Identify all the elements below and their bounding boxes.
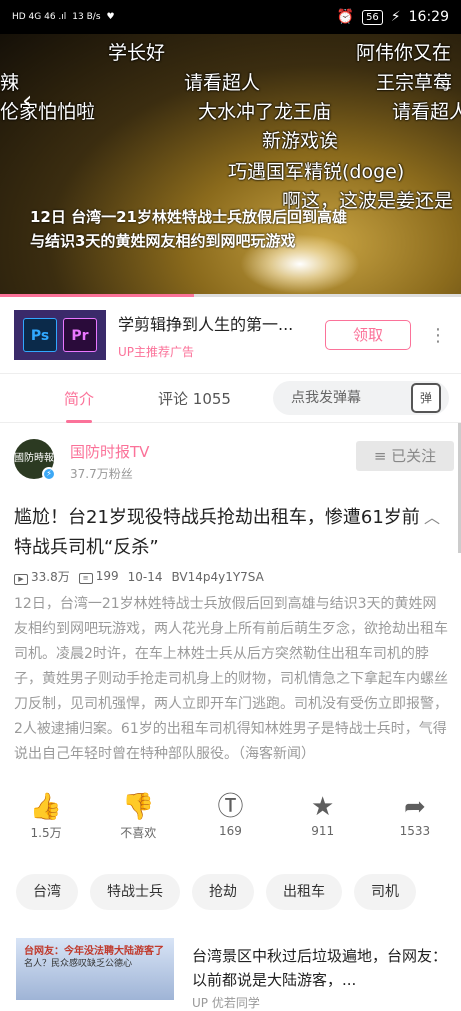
network-status: HD 4G 46 .ıl (12, 11, 67, 22)
photoshop-logo-icon: Ps (23, 318, 57, 352)
tag-item[interactable]: 特战士兵 (90, 874, 180, 910)
premiere-logo-icon: Pr (63, 318, 97, 352)
danmu-comment: 请看超人 (392, 101, 461, 123)
coin-button[interactable]: Ⓣ 169 (190, 790, 270, 850)
charging-icon: ⚡ (390, 9, 401, 25)
favorite-count: 911 (311, 824, 335, 838)
related-uploader: UP 优若同学 (192, 996, 260, 1010)
like-button[interactable]: 👍 1.5万 (6, 790, 86, 850)
star-icon: ★ (311, 792, 335, 822)
danmu-comment: 王宗草莓 (376, 72, 453, 94)
share-count: 1533 (399, 824, 431, 838)
related-thumbnail: 台网友：今年没法聘大陆游客了 名人？民众感叹缺乏公德心 (16, 938, 174, 1000)
video-title: 尴尬！台21岁现役特战兵抢劫出租车，惨遭61岁前特战兵司机“反杀” (14, 507, 420, 558)
back-arrow-icon[interactable]: ‹ (22, 86, 52, 116)
video-meta: ▶ 33.8万 ≡ 199 10-14 BV14p4y1Y7SA (14, 568, 264, 585)
uploader-fans: 37.7万粉丝 (70, 467, 133, 481)
danmaku-count: 199 (95, 569, 119, 583)
danmu-input[interactable]: 点我发弹幕 弹 (273, 381, 449, 415)
dislike-button[interactable]: 👎 不喜欢 (98, 790, 178, 850)
alarm-icon: ⏰ (336, 9, 355, 25)
ad-subtitle: UP主推荐广告 (118, 344, 195, 359)
danmu-toggle-icon[interactable]: 弹 (411, 383, 441, 413)
ad-thumbnail: Ps Pr (14, 310, 106, 360)
ad-banner[interactable]: Ps Pr 学剪辑挣到人生的第一... UP主推荐广告 领取 ⋮ (0, 297, 461, 373)
tag-item[interactable]: 出租车 (266, 874, 342, 910)
related-thumb-subline: 名人？民众感叹缺乏公德心 (24, 959, 133, 969)
video-caption-line2: 与结识3天的黄姓网友相约到网吧玩游戏 (30, 232, 296, 250)
views-stat: ▶ 33.8万 (14, 568, 70, 585)
ad-claim-button[interactable]: 领取 (325, 320, 411, 350)
video-description: 12日，台湾一21岁林姓特战士兵放假后回到高雄与结识3天的黄姓网友相约到网吧玩游… (14, 596, 448, 762)
like-icon: 👍 (29, 792, 63, 822)
danmu-comment: 阿伟你又在 (356, 42, 452, 64)
share-icon: ➦ (403, 792, 426, 822)
share-button[interactable]: ➦ 1533 (375, 790, 455, 850)
danmaku-icon: ≡ (78, 573, 93, 584)
danmu-comment: 学长好 (108, 42, 166, 64)
uploader-row: 國防時報 ⚡ 国防时报TV 37.7万粉丝 ≡ 已关注 (14, 437, 454, 487)
coin-count: 169 (219, 824, 242, 838)
publish-date: 10-14 (127, 569, 163, 584)
danmaku-stat: ≡ 199 (78, 569, 119, 584)
coin-icon: Ⓣ (217, 792, 244, 822)
tab-intro[interactable]: 简介 (64, 388, 94, 423)
status-bar: HD 4G 46 .ıl 13 B/s ♥ ⏰ 56 ⚡ 16:29 (0, 0, 461, 34)
play-icon: ▶ (14, 574, 28, 585)
verified-icon: ⚡ (42, 467, 56, 481)
bvid: BV14p4y1Y7SA (171, 569, 264, 584)
network-indicators: HD 4G 46 .ıl 13 B/s ♥ (12, 12, 115, 22)
danmu-comment: 请看超人 (184, 72, 261, 94)
danmu-comment: 新游戏诶 (262, 130, 339, 152)
video-caption-line1: 12日 台湾一21岁林姓特战士兵放假后回到高雄 (30, 208, 347, 226)
tab-comments[interactable]: 评论 1055 (158, 388, 231, 409)
dislike-label: 不喜欢 (120, 826, 157, 840)
network-speed: 13 B/s (72, 12, 101, 22)
clock: 16:29 (408, 9, 449, 25)
tag-list: 台湾 特战士兵 抢劫 出租车 司机 (16, 874, 416, 910)
more-options-icon[interactable]: ⋮ (429, 325, 447, 346)
battery-level: 56 (362, 9, 383, 25)
tag-item[interactable]: 抢劫 (192, 874, 254, 910)
tab-bar: 简介 评论 1055 点我发弹幕 弹 (0, 373, 461, 423)
danmu-placeholder: 点我发弹幕 (291, 390, 361, 406)
dislike-icon: 👎 (122, 792, 155, 822)
tag-item[interactable]: 台湾 (16, 874, 78, 910)
danmu-comment: 巧遇国军精锐(doge) (228, 161, 405, 183)
ad-title: 学剪辑挣到人生的第一... (118, 314, 294, 334)
views-count: 33.8万 (31, 570, 70, 584)
related-thumb-headline: 台网友：今年没法聘大陆游客了 (24, 946, 164, 957)
chevron-up-icon[interactable]: ︿ (424, 504, 440, 528)
related-video[interactable]: 台网友：今年没法聘大陆游客了 名人？民众感叹缺乏公德心 台湾景区中秋过后垃圾遍地… (16, 938, 456, 1010)
video-player[interactable]: 学长好 阿伟你又在 辣 请看超人 王宗草莓 伦家怕怕啦 大水冲了龙王庙 请看超人… (0, 34, 461, 296)
danmu-comment: 辣 (0, 72, 20, 94)
follow-button[interactable]: ≡ 已关注 (356, 441, 454, 471)
favorite-button[interactable]: ★ 911 (283, 790, 363, 850)
ad-text: 学剪辑挣到人生的第一... UP主推荐广告 (118, 311, 325, 360)
tag-item[interactable]: 司机 (354, 874, 416, 910)
uploader-name[interactable]: 国防时报TV (70, 441, 149, 462)
danmu-comment: 大水冲了龙王庙 (198, 101, 332, 123)
like-count: 1.5万 (30, 826, 62, 840)
heart-icon: ♥ (106, 12, 115, 22)
action-bar: 👍 1.5万 👎 不喜欢 Ⓣ 169 ★ 911 ➦ 1533 (0, 790, 461, 850)
system-indicators: ⏰ 56 ⚡ 16:29 (337, 9, 449, 25)
related-title: 台湾景区中秋过后垃圾遍地，台网友：以前都说是大陆游客，... (192, 947, 448, 989)
